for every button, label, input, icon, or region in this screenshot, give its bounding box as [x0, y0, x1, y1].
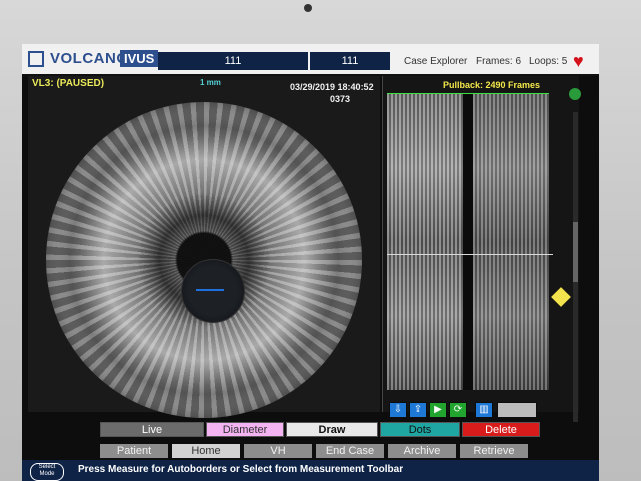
scale-label: 1 mm [200, 78, 221, 87]
loop-icon[interactable]: ⟳ [449, 402, 467, 418]
nav-home[interactable]: Home [172, 444, 240, 458]
heart-icon: ♥ [573, 51, 584, 71]
play-icon[interactable]: ▶ [429, 402, 447, 418]
longitudinal-view-panel[interactable]: Pullback: 2490 Frames ⇩ ⇪ ▶ ⟳ ▥ [382, 76, 581, 422]
datetime-label: 03/29/2019 18:40:52 [290, 82, 374, 92]
bookmark-icon[interactable]: ⇪ [409, 402, 427, 418]
ivus-crosssection-panel[interactable]: VL3: (PAUSED) 1 mm 03/29/2019 18:40:52 0… [28, 76, 380, 418]
nav-end-case[interactable]: End Case [316, 444, 384, 458]
frame-number: 0373 [330, 94, 351, 104]
nav-retrieve[interactable]: Retrieve [460, 444, 528, 458]
nav-archive[interactable]: Archive [388, 444, 456, 458]
draw-button[interactable]: Draw [286, 422, 378, 437]
status-message: Press Measure for Autoborders or Select … [78, 464, 404, 475]
scrollbar[interactable] [573, 112, 578, 422]
id-box-2: 111 [310, 52, 390, 70]
ivus-screen: VOLCANO IVUS 111 111 Case Explorer Frame… [22, 44, 599, 481]
volcano-logo-icon [28, 51, 44, 67]
ivus-badge: IVUS [120, 50, 159, 67]
nav-patient[interactable]: Patient [100, 444, 168, 458]
webcam-dot [304, 4, 312, 12]
columns-icon[interactable]: ▥ [475, 402, 493, 418]
live-button[interactable]: Live [100, 422, 204, 437]
loops-count: Loops: 5 [529, 56, 568, 67]
status-bar: Select Mode Press Measure for Autoborder… [22, 460, 599, 481]
mode-label: VL3: (PAUSED) [32, 78, 105, 89]
id-box-1: 111 [158, 52, 308, 70]
brand-name: VOLCANO [50, 50, 129, 67]
case-explorer-link[interactable]: Case Explorer [404, 56, 467, 67]
lview-column-left [387, 94, 463, 390]
frames-count: Frames: 6 [476, 56, 522, 67]
catheter-marker [196, 289, 224, 291]
nav-vh[interactable]: VH [244, 444, 312, 458]
longitudinal-image [387, 94, 549, 390]
diameter-button[interactable]: Diameter [206, 422, 284, 437]
export-icon[interactable]: ⇩ [389, 402, 407, 418]
scroll-up-icon[interactable] [569, 88, 581, 100]
dots-button[interactable]: Dots [380, 422, 460, 437]
delete-button[interactable]: Delete [462, 422, 540, 437]
pullback-label: Pullback: 2490 Frames [443, 80, 541, 90]
scroll-thumb[interactable] [573, 222, 578, 282]
app-header: VOLCANO IVUS 111 111 Case Explorer Frame… [22, 44, 599, 76]
position-marker-icon[interactable] [551, 287, 571, 307]
lview-column-right [473, 94, 549, 390]
catheter-icon [181, 259, 245, 323]
select-mode-button[interactable]: Select Mode [30, 463, 64, 481]
disabled-button[interactable] [497, 402, 537, 418]
frame-cursor[interactable] [387, 254, 553, 255]
